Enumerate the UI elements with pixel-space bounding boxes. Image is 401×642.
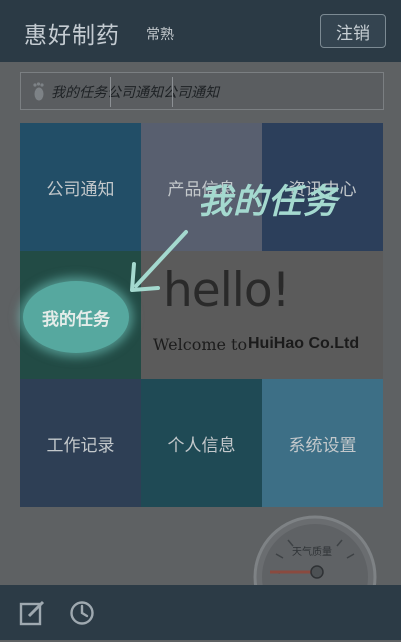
app-title: 惠好制药 (24, 23, 120, 49)
tile-work-records[interactable]: 工作记录 (20, 379, 141, 507)
footprint-icon (33, 82, 44, 101)
notice-divider (172, 77, 173, 107)
tile-label: 系统设置 (288, 435, 357, 456)
notice-marquee[interactable]: 我的任务公司通知公司通知 (20, 72, 384, 110)
highlighted-tile-label[interactable]: 我的任务 (23, 281, 129, 353)
tile-label: 公司通知 (46, 179, 115, 200)
company-name: HuiHao Co.Ltd (248, 335, 360, 352)
bottom-bar (0, 585, 401, 640)
arrow-icon (130, 230, 188, 292)
logout-button[interactable]: 注销 (320, 14, 386, 48)
tutorial-callout: 我的任务 (198, 182, 338, 222)
edit-icon[interactable] (18, 599, 46, 627)
notice-divider (110, 77, 111, 107)
notice-text: 我的任务公司通知公司通知 (51, 85, 219, 101)
top-bar: 惠好制药 常熟 注销 (0, 0, 401, 62)
welcome-text: Welcome to (153, 335, 248, 354)
tile-personal-info[interactable]: 个人信息 (141, 379, 262, 507)
clock-icon[interactable] (68, 599, 96, 627)
tile-label: 工作记录 (46, 435, 115, 456)
city-label[interactable]: 常熟 (146, 24, 174, 44)
tile-system-settings[interactable]: 系统设置 (262, 379, 383, 507)
tile-label: 个人信息 (167, 435, 236, 456)
gauge-label: 天气质量 (292, 545, 332, 558)
